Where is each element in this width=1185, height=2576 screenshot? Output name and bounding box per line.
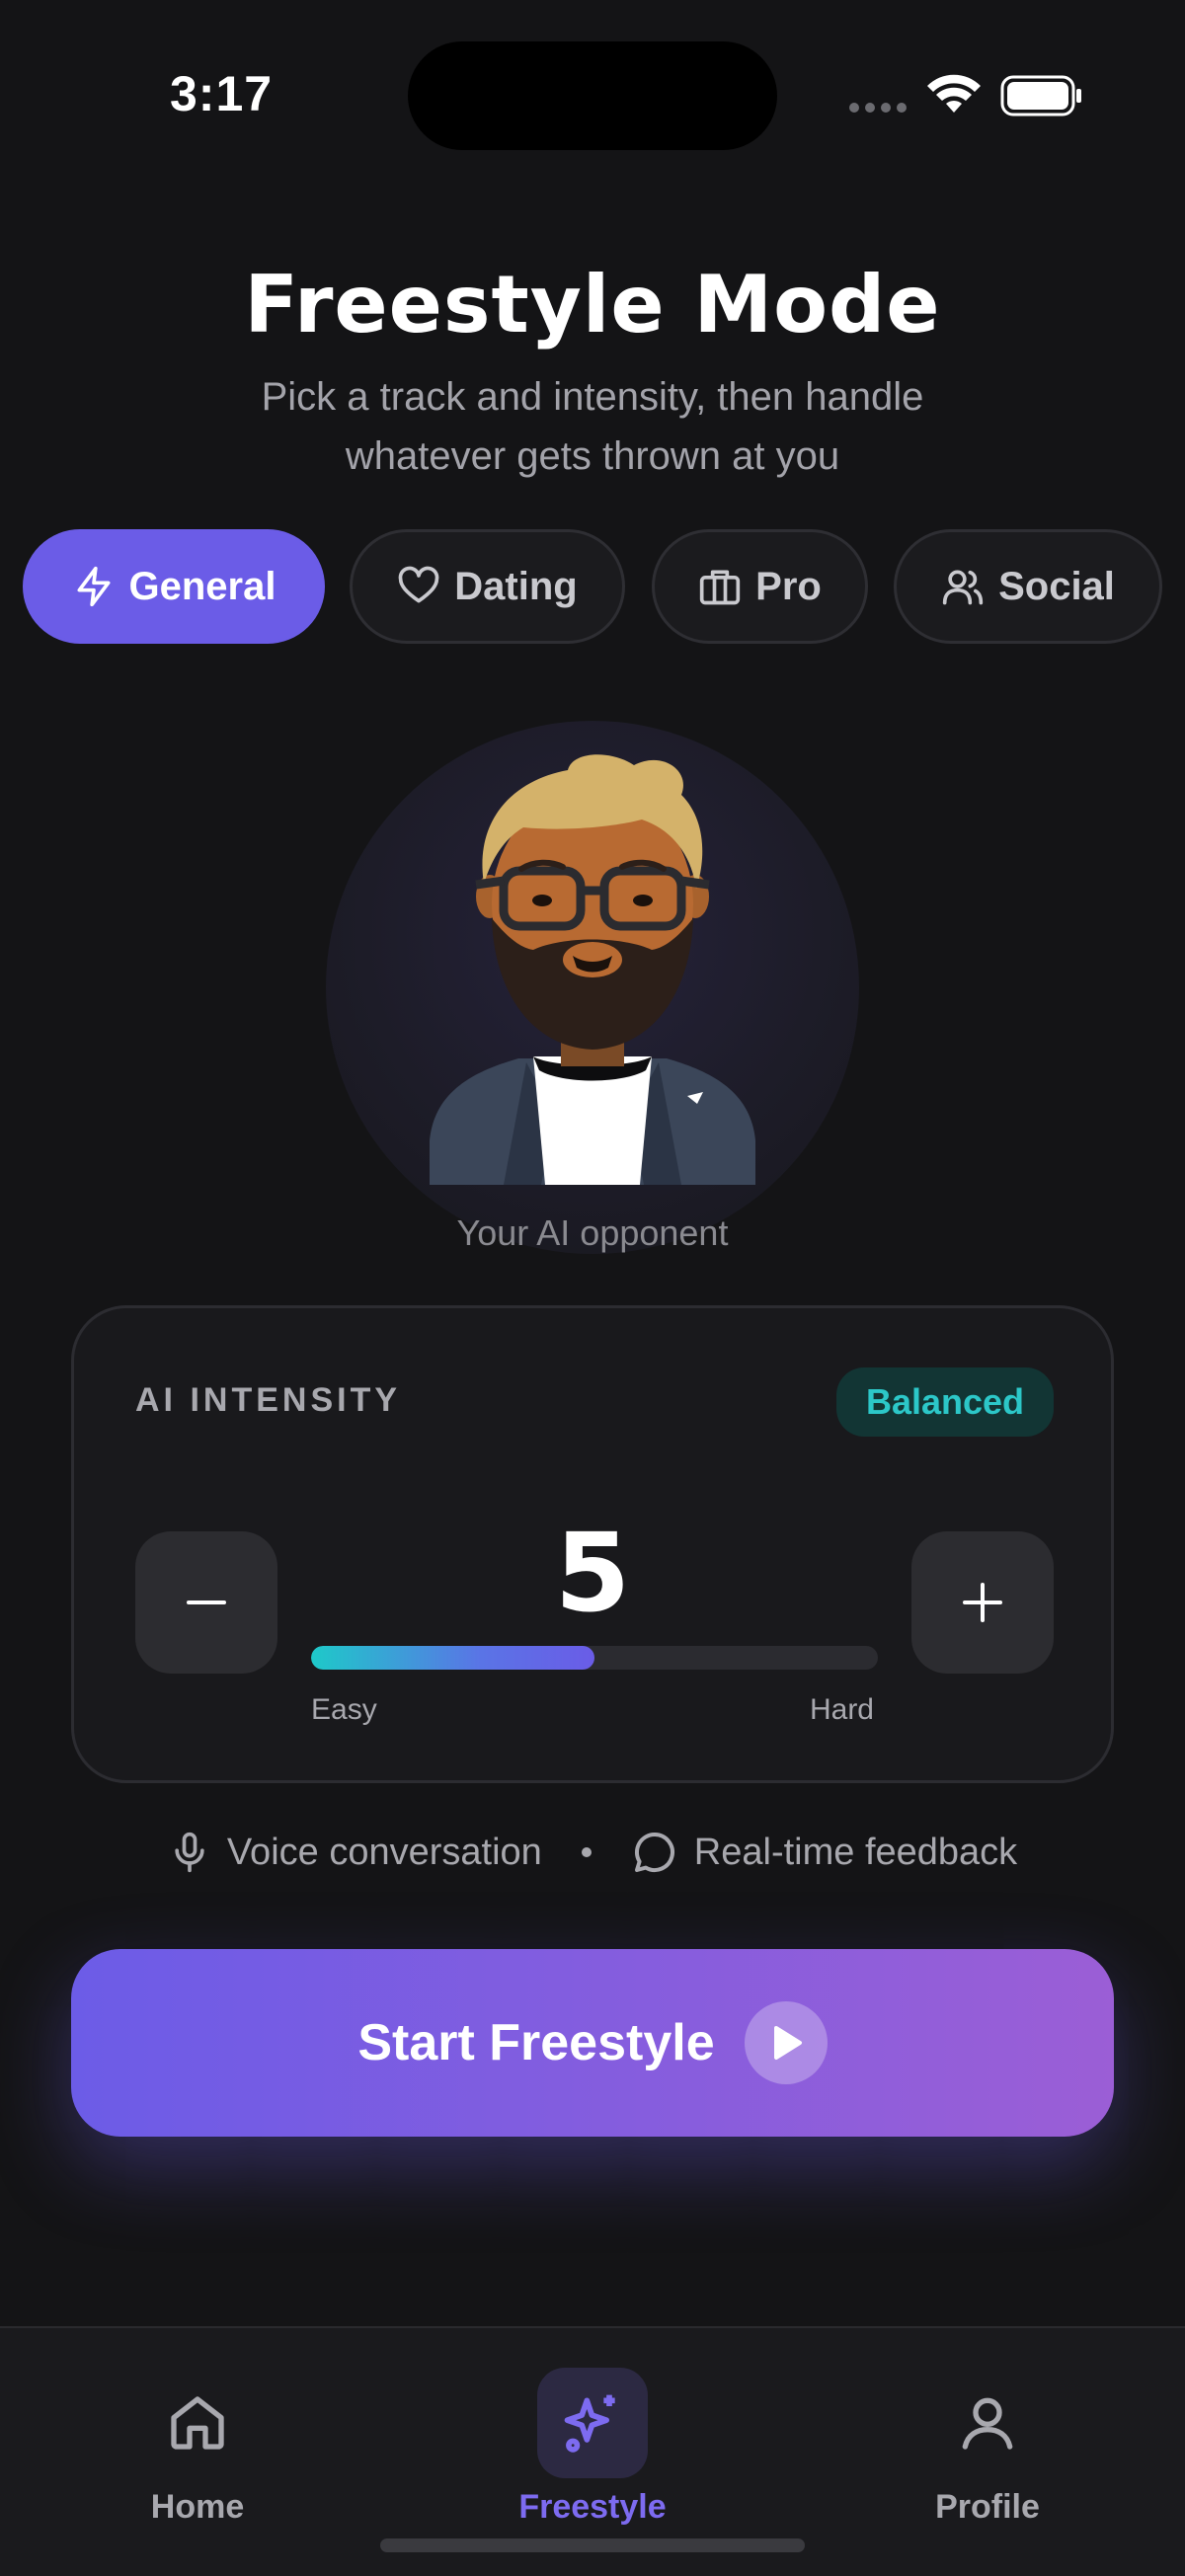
tab-dating-label: Dating — [454, 564, 578, 608]
opponent-avatar — [326, 721, 859, 1254]
slider-min-label: Easy — [311, 1693, 377, 1726]
tab-general-label: General — [128, 564, 276, 608]
signal-icon — [849, 103, 907, 113]
avatar-illustration — [430, 754, 755, 1185]
user-icon — [962, 2397, 1013, 2450]
wifi-icon — [927, 74, 981, 113]
home-indicator — [380, 2538, 805, 2552]
status-time: 3:17 — [170, 66, 274, 121]
microphone-icon — [175, 1832, 204, 1873]
nav-home-label: Home — [150, 2488, 245, 2526]
page-subtitle: Pick a track and intensity, then handle … — [261, 375, 924, 478]
tab-pro-label: Pro — [755, 564, 822, 608]
intensity-label: AI INTENSITY — [135, 1381, 402, 1419]
home-icon — [171, 2396, 224, 2450]
nav-freestyle-label: Freestyle — [518, 2488, 667, 2526]
start-freestyle-label: Start Freestyle — [357, 2014, 715, 2071]
slider-max-label: Hard — [809, 1693, 874, 1726]
plus-icon — [963, 1583, 1002, 1622]
intensity-slider[interactable] — [311, 1646, 878, 1670]
increase-intensity-button[interactable] — [911, 1531, 1054, 1674]
briefcase-icon — [699, 570, 741, 605]
play-icon — [744, 2001, 828, 2084]
opponent-label: Your AI opponent — [456, 1212, 729, 1253]
feature-voice: Voice conversation — [168, 1831, 542, 1874]
feature-voice-label: Voice conversation — [226, 1831, 542, 1873]
sparkles-icon — [564, 2394, 615, 2453]
battery-icon — [1000, 75, 1081, 117]
lightning-icon — [77, 566, 111, 607]
tab-pro[interactable]: Pro — [652, 529, 868, 644]
feature-feedback: Real-time feedback — [631, 1829, 1017, 1876]
users-icon — [942, 570, 984, 605]
intensity-badge: Balanced — [836, 1367, 1054, 1437]
page-title: Freestyle Mode — [244, 259, 941, 351]
nav-freestyle[interactable]: Freestyle — [474, 2368, 711, 2527]
tab-social-label: Social — [998, 564, 1115, 608]
tab-general[interactable]: General — [23, 529, 325, 644]
intensity-card: AI INTENSITY Balanced 5 Easy Hard — [71, 1305, 1114, 1783]
feature-feedback-label: Real-time feedback — [693, 1831, 1018, 1873]
nav-profile[interactable]: Profile — [869, 2368, 1106, 2527]
intensity-slider-fill — [311, 1646, 594, 1670]
nav-home[interactable]: Home — [79, 2368, 316, 2527]
tab-social[interactable]: Social — [894, 529, 1162, 644]
tab-dating[interactable]: Dating — [350, 529, 625, 644]
nav-profile-label: Profile — [935, 2488, 1040, 2526]
dynamic-island — [408, 41, 777, 150]
feature-list: Voice conversation Real-time feedback — [0, 1829, 1185, 1876]
heart-icon — [398, 566, 439, 603]
start-freestyle-button[interactable]: Start Freestyle — [71, 1949, 1114, 2137]
track-tabs: General Dating Pro Social — [23, 529, 1162, 644]
status-bar: 3:17 — [0, 0, 1185, 197]
chat-bubble-icon — [634, 1832, 674, 1872]
separator-dot — [581, 1847, 592, 1857]
